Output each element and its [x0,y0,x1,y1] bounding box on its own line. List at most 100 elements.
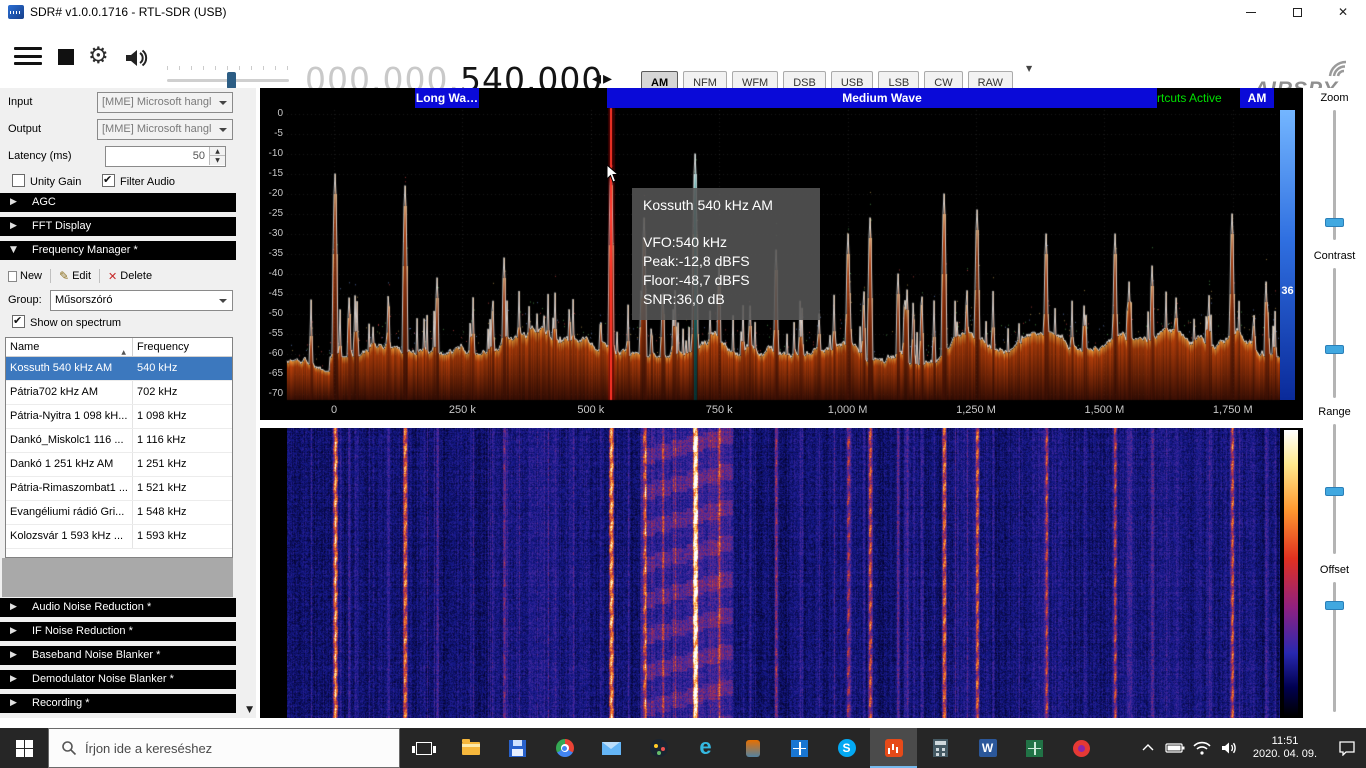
taskbar-button-edge[interactable] [682,728,729,768]
latency-spin-buttons[interactable]: ▲▼ [209,147,225,166]
spectrum-panel: Long Wa… Medium Wave AM rtcuts Active 0-… [260,88,1303,420]
panel-if-noise-reduction[interactable]: ▶IF Noise Reduction * [0,622,236,641]
settings-gear-icon[interactable]: ⚙ [88,44,109,68]
volume-slider[interactable] [167,79,289,82]
chevron-down-icon[interactable]: ▼ [1026,64,1032,73]
frequency-step-buttons[interactable]: ◂▸ [592,68,614,89]
taskbar-button-blue-window-app[interactable] [776,728,823,768]
taskbar-search[interactable]: Írjon ide a kereséshez [48,728,400,768]
taskbar-button-java-app[interactable] [729,728,776,768]
show-on-spectrum-checkbox[interactable] [12,315,25,328]
y-axis-tick-label: 0 [260,108,283,119]
table-row[interactable]: Evangéliumi rádió Gri...1 548 kHz [6,501,232,525]
taskbar-button-spreadsheet-app[interactable] [1011,728,1058,768]
frequency-step-up-icon[interactable]: ▸ [603,68,614,89]
latency-stepper[interactable]: 50 ▲▼ [105,146,226,167]
taskbar-button-red-app[interactable] [1058,728,1105,768]
slider-track-range[interactable] [1333,424,1336,554]
sidebar-scroll-down-icon[interactable]: ▼ [246,705,253,715]
table-row[interactable]: Kolozsvár 1 593 kHz ...1 593 kHz [6,525,232,549]
delete-button[interactable]: ✕Delete [105,268,155,285]
band-label-am: AM [1240,88,1274,108]
y-axis-tick-label: -35 [260,248,283,259]
spin-down-icon[interactable]: ▼ [209,156,225,165]
frequency-step-down-icon[interactable]: ◂ [592,68,603,89]
table-row[interactable]: Dankó_Miskolc1 116 ...1 116 kHz [6,429,232,453]
slider-track-offset[interactable] [1333,582,1336,712]
input-label: Input [8,96,32,108]
notification-center-button[interactable] [1328,728,1366,768]
start-button[interactable] [0,728,48,768]
table-row[interactable]: Dankó 1 251 kHz AM1 251 kHz [6,453,232,477]
taskbar-button-chrome[interactable] [541,728,588,768]
taskbar-button-file-explorer[interactable] [447,728,494,768]
output-select[interactable]: [MME] Microsoft hangl [97,119,233,140]
slider-handle-range[interactable] [1325,487,1344,496]
band-label-medium-wave: Medium Wave [607,88,1157,108]
wifi-icon[interactable] [1188,728,1215,768]
speaker-icon[interactable] [124,47,150,74]
stop-button[interactable] [58,49,74,65]
delete-x-icon: ✕ [108,270,117,283]
taskbar-button-sdr-scatter[interactable] [635,728,682,768]
taskbar-button-sdrsharp[interactable] [870,728,917,768]
taskbar-button-calculator[interactable] [917,728,964,768]
input-select[interactable]: [MME] Microsoft hangl [97,92,233,113]
table-row[interactable]: Pátria-Rimaszombat1 ...1 521 kHz [6,477,232,501]
panel-baseband-noise-blanker[interactable]: ▶Baseband Noise Blanker * [0,646,236,665]
volume-ticks [167,66,289,70]
minimize-button[interactable] [1228,0,1274,24]
volume-slider-handle[interactable] [227,72,236,89]
group-select[interactable]: Műsorszóró [50,290,233,311]
mouse-cursor-icon [606,164,620,189]
slider-track-zoom[interactable] [1333,110,1336,240]
search-icon [61,740,77,756]
output-label: Output [8,123,41,135]
new-button[interactable]: New [5,268,45,284]
table-row[interactable]: Pátria-Nyitra 1 098 kH...1 098 kHz [6,405,232,429]
y-axis-tick-label: -25 [260,208,283,219]
taskbar-app-icons [400,728,1105,768]
edit-button[interactable]: ✎Edit [56,267,94,285]
panel-demodulator-noise-blanker[interactable]: ▶Demodulator Noise Blanker * [0,670,236,689]
panel-arrow-collapsed-icon: ▶ [10,193,17,212]
column-header-frequency[interactable]: Frequency [133,338,232,356]
slider-handle-offset[interactable] [1325,601,1344,610]
taskbar-button-task-view[interactable] [400,728,447,768]
panel-recording[interactable]: ▶Recording * [0,694,236,713]
battery-icon[interactable] [1161,728,1188,768]
spin-up-icon[interactable]: ▲ [209,147,225,156]
window-controls: ✕ [1228,0,1366,24]
y-axis-tick-label: -20 [260,188,283,199]
taskbar-button-mail[interactable] [588,728,635,768]
taskbar-button-floppy-app[interactable] [494,728,541,768]
tray-volume-icon[interactable] [1215,728,1242,768]
table-row[interactable]: Kossuth 540 kHz AM540 kHz [6,357,232,381]
blue-window-app-icon [791,740,808,757]
table-row[interactable]: Pátria702 kHz AM702 kHz [6,381,232,405]
mail-icon [602,742,621,755]
panel-frequency-manager[interactable]: ▼Frequency Manager * [0,241,236,260]
slider-track-contrast[interactable] [1333,268,1336,398]
panel-agc[interactable]: ▶AGC [0,193,236,212]
panel-arrow-collapsed-icon: ▶ [10,694,17,713]
unity-gain-checkbox[interactable] [12,174,25,187]
taskbar: Írjon ide a kereséshez 11:51 2020. 04. 0… [0,728,1366,768]
tray-chevron-up-icon[interactable] [1134,728,1161,768]
taskbar-clock[interactable]: 11:51 2020. 04. 09. [1242,735,1328,761]
taskbar-button-word[interactable] [964,728,1011,768]
panel-audio-noise-reduction[interactable]: ▶Audio Noise Reduction * [0,598,236,617]
close-button[interactable]: ✕ [1320,0,1366,24]
y-axis-tick-label: -70 [260,388,283,399]
column-header-name[interactable]: Name▲ [6,338,133,356]
filter-audio-checkbox[interactable] [102,174,115,187]
maximize-button[interactable] [1274,0,1320,24]
taskbar-button-skype[interactable] [823,728,870,768]
latency-label: Latency (ms) [8,150,72,162]
slider-handle-contrast[interactable] [1325,345,1344,354]
waterfall-canvas[interactable] [287,428,1280,718]
menu-icon[interactable] [14,47,42,65]
clock-date: 2020. 04. 09. [1242,748,1328,761]
slider-handle-zoom[interactable] [1325,218,1344,227]
panel-fft-display[interactable]: ▶FFT Display [0,217,236,236]
